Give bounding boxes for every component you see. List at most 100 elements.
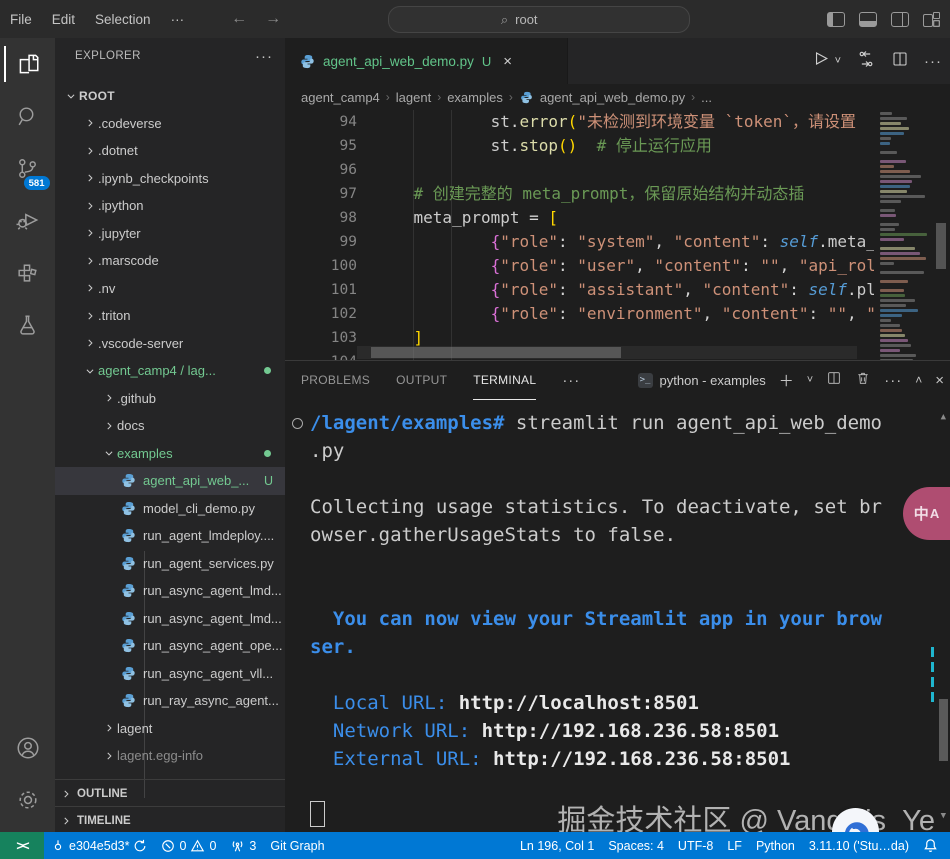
forward-arrow-icon[interactable]: → [256,10,290,28]
tree-item[interactable]: run_async_agent_lmd... [55,605,285,633]
open-changes-icon[interactable] [856,49,876,74]
tab-output[interactable]: OUTPUT [396,361,447,399]
editor-vertical-scrollbar[interactable] [934,110,948,360]
tree-item[interactable]: .github [55,385,285,413]
breadcrumb-item[interactable]: agent_camp4 [301,90,380,105]
menu-edit[interactable]: Edit [42,12,85,27]
language-item[interactable]: Python [749,832,802,859]
split-terminal-icon[interactable] [826,370,842,390]
encoding-item[interactable]: UTF-8 [671,832,720,859]
tree-item[interactable]: .jupyter [55,220,285,248]
tree-item-label: agent_camp4 / lag... [98,363,216,378]
indentation-item[interactable]: Spaces: 4 [601,832,671,859]
run-debug-icon[interactable] [4,194,52,246]
notifications-bell-icon[interactable] [916,832,950,859]
toggle-secondary-sidebar-icon[interactable] [891,12,909,27]
tree-item[interactable]: lagent.egg-info [55,742,285,770]
terminal-instance-select[interactable]: >_ python - examples [638,373,766,388]
breadcrumb-item[interactable]: ... [701,90,712,105]
run-python-file-icon[interactable] [811,49,830,73]
account-icon[interactable] [4,722,52,774]
panel-tabs-more-icon[interactable]: ··· [562,372,580,389]
sync-icon[interactable] [133,839,147,853]
breadcrumb-item[interactable]: examples [447,90,503,105]
terminal-line: ser. [310,633,936,661]
tab-problems[interactable]: PROBLEMS [301,361,370,399]
terminal-dropdown-icon[interactable]: ˅ [807,374,813,386]
tab-close-icon[interactable]: × [503,53,512,70]
explorer-icon[interactable] [4,38,52,90]
split-editor-icon[interactable] [891,50,909,73]
tree-item[interactable]: .ipython [55,192,285,220]
cursor-position-item[interactable]: Ln 196, Col 1 [513,832,601,859]
outline-section[interactable]: OUTLINE [55,779,285,807]
menu-more[interactable]: ··· [161,12,195,27]
close-panel-icon[interactable]: × [935,372,944,389]
maximize-panel-icon[interactable]: ˄ [915,373,922,387]
toggle-panel-icon[interactable] [859,12,877,27]
scroll-down-icon[interactable]: ▼ [941,802,946,830]
scroll-up-icon[interactable]: ▲ [941,403,946,431]
tree-item[interactable]: .triton [55,302,285,330]
tree-item[interactable]: .ipynb_checkpoints [55,165,285,193]
tree-item[interactable]: .nv [55,275,285,303]
editor-more-icon[interactable]: ··· [924,53,942,70]
settings-gear-icon[interactable] [4,774,52,826]
command-search-box[interactable]: ⌕ [388,6,690,33]
tab-terminal[interactable]: TERMINAL [473,361,536,400]
terminal-scrollbar-thumb[interactable] [939,699,948,761]
tree-item[interactable]: agent_camp4 / lag... [55,357,285,385]
tab-agent-api-web-demo[interactable]: agent_api_web_demo.py U × [285,38,568,84]
tree-item[interactable]: .codeverse [55,110,285,138]
scrollbar-thumb[interactable] [371,347,621,358]
tree-item[interactable]: model_cli_demo.py [55,495,285,523]
git-graph-item[interactable]: Git Graph [263,832,331,859]
tree-item[interactable]: agent_api_web_...U [55,467,285,495]
extensions-icon[interactable] [4,246,52,298]
back-arrow-icon[interactable]: ← [222,10,256,28]
panel-more-icon[interactable]: ··· [884,372,902,389]
breadcrumb-item[interactable]: agent_api_web_demo.py [540,90,685,105]
command-decoration-icon[interactable] [292,418,303,429]
tree-item[interactable]: lagent [55,715,285,743]
explorer-more-icon[interactable]: ··· [255,48,273,65]
tree-item[interactable]: run_agent_services.py [55,550,285,578]
new-terminal-icon[interactable]: ＋ [779,370,794,391]
search-input[interactable] [513,11,577,28]
tree-item[interactable]: run_async_agent_vll... [55,660,285,688]
code-editor[interactable]: 94 st.error("未检测到环境变量 `token`，请设置95 st.s… [285,110,874,360]
tree-item[interactable]: ROOT [55,82,285,110]
minimap[interactable] [874,110,932,360]
search-view-icon[interactable] [4,90,52,142]
translate-fab[interactable]: 中 A [903,487,950,540]
tree-item[interactable]: .dotnet [55,137,285,165]
scrollbar-thumb[interactable] [936,223,946,269]
interpreter-item[interactable]: 3.11.10 ('Stu…da) [802,832,916,859]
tree-item[interactable]: examples [55,440,285,468]
breadcrumb-item[interactable]: lagent [396,90,431,105]
git-branch-item[interactable]: e304e5d3* [44,832,154,859]
kill-terminal-icon[interactable] [855,370,871,390]
tree-item[interactable]: run_ray_async_agent... [55,687,285,715]
source-control-icon[interactable]: 581 [4,142,52,194]
run-dropdown-icon[interactable]: ˅ [835,55,841,67]
ports-item[interactable]: 3 [223,832,263,859]
tree-item[interactable]: docs [55,412,285,440]
customize-layout-icon[interactable] [923,12,940,27]
eol-item[interactable]: LF [720,832,749,859]
tree-item[interactable]: run_agent_lmdeploy.... [55,522,285,550]
tree-item[interactable]: run_async_agent_ope... [55,632,285,660]
tree-item[interactable]: .vscode-server [55,330,285,358]
toggle-sidebar-icon[interactable] [827,12,845,27]
tree-item[interactable]: .marscode [55,247,285,275]
menu-file[interactable]: File [0,12,42,27]
problems-item[interactable]: 0 0 [154,832,223,859]
menu-selection[interactable]: Selection [85,12,161,27]
tree-item[interactable]: run_async_agent_lmd... [55,577,285,605]
terminal[interactable]: /lagent/examples# streamlit run agent_ap… [285,399,950,833]
timeline-section[interactable]: TIMELINE [55,806,285,834]
remote-indicator[interactable]: >< [0,832,44,859]
editor-horizontal-scrollbar[interactable] [357,346,857,359]
python-file-icon [519,91,534,104]
testing-icon[interactable] [4,298,52,350]
